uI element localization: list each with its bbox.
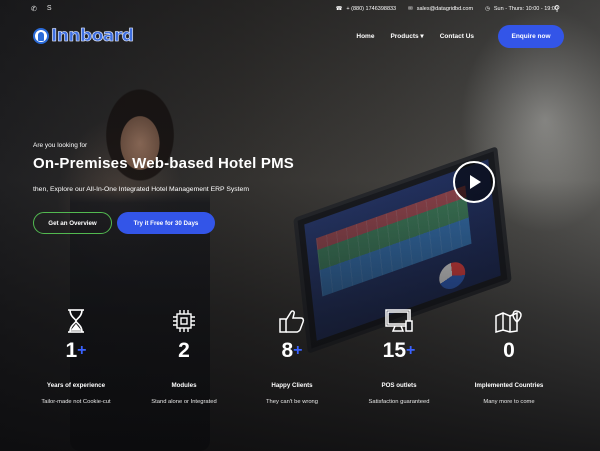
stat-value: 0 (503, 339, 515, 362)
stat-countries: 0 Implemented Countries Many more to com… (449, 308, 569, 405)
clock-icon: ◷ (485, 6, 490, 12)
stat-value: 8 (281, 339, 294, 362)
phone-icon: ☎ (335, 6, 343, 12)
stat-value: 2 (178, 339, 190, 362)
stat-desc: Many more to come (483, 399, 535, 405)
contact-info: ☎ + (880) 1746398833 ✉ sales@datagridbd.… (336, 6, 558, 12)
enquire-now-button[interactable]: Enquire now (498, 24, 564, 48)
stat-label: Modules (171, 382, 197, 389)
stat-desc: Satisfaction guaranteed (368, 399, 430, 405)
top-bar: ✆ S ☎ + (880) 1746398833 ✉ sales@datagri… (0, 0, 600, 18)
search-icon[interactable]: ⚲ (554, 4, 560, 13)
stat-experience: 1+ Years of experience Tailor-made not C… (16, 308, 136, 405)
hero-pretitle: Are you looking for (33, 142, 88, 149)
map-icon (449, 308, 569, 334)
stat-plus: + (77, 342, 87, 359)
stat-value: 1 (65, 339, 78, 362)
skype-icon[interactable]: S (47, 5, 52, 13)
hero-title: On-Premises Web-based Hotel PMS (33, 155, 294, 172)
play-video-button[interactable] (453, 161, 495, 203)
thumbs-up-icon (232, 308, 352, 334)
stat-clients: 8+ Happy Clients They can't be wrong (232, 308, 352, 405)
try-free-button[interactable]: Try it Free for 30 Days (117, 212, 215, 234)
play-icon (470, 175, 481, 189)
stat-label: Implemented Countries (474, 382, 544, 389)
phone-text: + (880) 1746398833 (346, 6, 397, 12)
chip-icon (124, 308, 244, 334)
logo-text: Innboard (51, 26, 135, 47)
stat-desc: Stand alone or Integrated (151, 399, 217, 405)
stat-desc: Tailor-made not Cookie-cut (41, 399, 111, 405)
social-links: ✆ S (31, 5, 52, 13)
stat-pos: 15+ POS outlets Satisfaction guaranteed (339, 308, 459, 405)
stat-plus: + (406, 342, 416, 359)
stat-desc: They can't be wrong (265, 399, 319, 405)
nav-item-products[interactable]: Products ▾ (390, 32, 423, 40)
get-overview-button[interactable]: Get an Overview (33, 212, 112, 234)
email-item[interactable]: ✉ sales@datagridbd.com (408, 6, 473, 12)
stat-modules: 2 Modules Stand alone or Integrated (124, 308, 244, 405)
hours-item: ◷ Sun - Thurs: 10:00 - 19:00 (485, 6, 558, 12)
stat-label: POS outlets (381, 382, 417, 389)
nav-menu: Home Products ▾ Contact Us Enquire now (356, 24, 564, 48)
stat-label: Happy Clients (271, 382, 313, 389)
hours-text: Sun - Thurs: 10:00 - 19:00 (493, 6, 558, 12)
logo-icon (33, 28, 49, 44)
stats-section: 1+ Years of experience Tailor-made not C… (0, 308, 600, 418)
nav-item-home[interactable]: Home (356, 33, 374, 40)
logo[interactable]: Innboard (33, 26, 135, 47)
hourglass-icon (16, 308, 136, 334)
nav-item-contact[interactable]: Contact Us (440, 33, 474, 40)
stat-value: 15 (382, 339, 406, 362)
phone-item[interactable]: ☎ + (880) 1746398833 (336, 6, 397, 12)
main-nav: Innboard Home Products ▾ Contact Us Enqu… (0, 22, 600, 50)
monitor-icon (339, 308, 459, 334)
whatsapp-icon[interactable]: ✆ (31, 5, 37, 13)
email-icon: ✉ (408, 6, 413, 12)
stat-plus: + (293, 342, 303, 359)
stat-label: Years of experience (46, 382, 106, 389)
email-text: sales@datagridbd.com (416, 6, 474, 12)
hero-subtitle: then, Explore our All-In-One Integrated … (33, 186, 249, 193)
